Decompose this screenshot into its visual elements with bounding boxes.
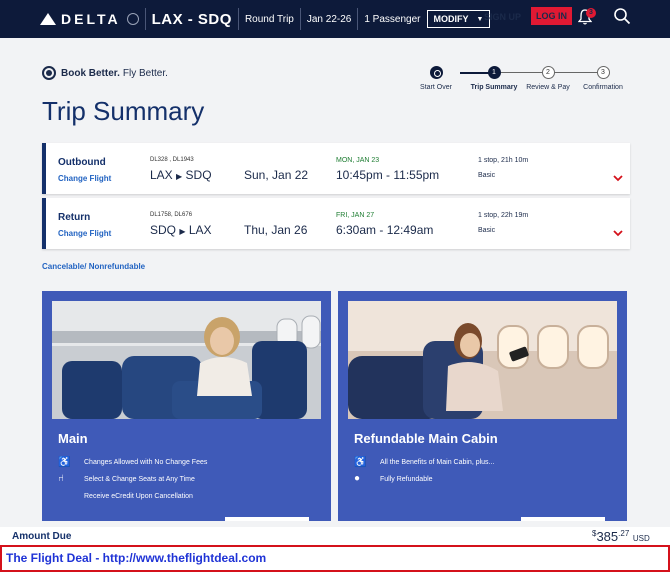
step-label: Confirmation: [583, 84, 623, 91]
amount-due-value: $385.27 USD: [592, 529, 650, 544]
seat-change-icon: ⑁: [58, 473, 64, 484]
fare-option-main[interactable]: Main ♿ Changes Allowed with No Change Fe…: [42, 291, 331, 521]
stops-duration: 1 stop, 21h 10m: [478, 157, 529, 164]
passenger-count: 1 Passenger: [364, 13, 421, 25]
divider: [237, 8, 239, 30]
change-flight-link[interactable]: Change Flight: [58, 229, 111, 238]
chevron-down-icon[interactable]: [613, 173, 623, 183]
currency-unit: USD: [632, 534, 650, 543]
arrival-date: FRI, JAN 27: [336, 212, 375, 219]
person-icon: ●: [354, 473, 361, 484]
caret-down-icon: ▼: [476, 15, 484, 23]
modify-button[interactable]: MODIFY ▼: [426, 10, 491, 28]
notification-badge: 3: [586, 8, 596, 18]
fare-name: Refundable Main Cabin: [354, 431, 498, 446]
step-confirmation: 3 Confirmation: [573, 66, 633, 91]
arrival-date: MON, JAN 23: [336, 157, 380, 164]
fare-feature: All the Benefits of Main Cabin, plus...: [380, 459, 495, 466]
fare-feature: Select & Change Seats at Any Time: [84, 476, 195, 483]
select-fare-button[interactable]: [521, 517, 605, 521]
brand-tagline: Book Better. Fly Better.: [42, 66, 168, 80]
step-label: Start Over: [420, 84, 452, 91]
destination-code: LAX: [188, 223, 212, 237]
amount-dollars: 385: [596, 529, 619, 544]
flight-route: SDQ ▶ LAX: [150, 223, 212, 237]
trip-dates: Jan 22-26: [306, 13, 352, 25]
flight-direction: Return: [58, 212, 91, 223]
tagline-bold: Book Better.: [61, 67, 120, 79]
tagline-rest: Fly Better.: [122, 67, 168, 79]
divider: [299, 8, 301, 30]
flight-route: LAX ▶ SDQ: [150, 168, 212, 182]
step-review-pay: 2 Review & Pay: [518, 66, 578, 91]
fare-class: Basic: [478, 227, 496, 234]
destination-code: SDQ: [185, 168, 212, 182]
flight-times: 10:45pm - 11:55pm: [336, 168, 440, 182]
arrow-right-icon: ▶: [179, 227, 186, 236]
origin-code: SDQ: [150, 223, 177, 237]
flight-numbers: DL328 , DL1943: [150, 157, 194, 163]
page-title: Trip Summary: [42, 96, 205, 126]
origin-code: LAX: [150, 168, 173, 182]
step-label: Review & Pay: [526, 84, 570, 91]
amount-due-label: Amount Due: [12, 531, 72, 542]
modify-label: MODIFY: [433, 14, 469, 24]
arrow-right-icon: ▶: [176, 172, 183, 181]
seat-icon: ♿: [58, 457, 71, 468]
cabin-photo: [348, 301, 617, 419]
flight-direction: Outbound: [58, 157, 106, 168]
divider: [357, 8, 359, 30]
amount-cents: .27: [618, 529, 630, 538]
departure-date: Sun, Jan 22: [244, 168, 309, 182]
watermark-banner: The Flight Deal - http://www.theflightde…: [0, 545, 670, 572]
fare-feature: Receive eCredit Upon Cancellation: [84, 493, 193, 500]
chevron-down-icon[interactable]: [613, 228, 623, 238]
select-fare-button[interactable]: [225, 517, 309, 521]
step-number: 2: [541, 66, 555, 79]
cabin-photo: [52, 301, 321, 419]
amount-due-bar: [0, 527, 670, 545]
step-number: 1: [487, 66, 501, 79]
stops-duration: 1 stop, 22h 19m: [478, 212, 529, 219]
fare-name: Main: [58, 431, 88, 446]
fare-option-refundable[interactable]: Refundable Main Cabin ♿ All the Benefits…: [338, 291, 627, 521]
delta-seal-icon: [42, 66, 56, 80]
booking-stepper: Start Over 1 Trip Summary 2 Review & Pay…: [418, 66, 628, 96]
step-start-over[interactable]: Start Over: [406, 66, 466, 91]
departure-date: Thu, Jan 26: [244, 223, 308, 237]
step-label: Trip Summary: [470, 84, 518, 91]
divider: [144, 8, 146, 30]
search-icon[interactable]: [613, 7, 631, 25]
log-in-button[interactable]: LOG IN: [531, 7, 572, 25]
fare-policy-link[interactable]: Cancelable/ Nonrefundable: [42, 262, 145, 271]
outbound-flight-card: Outbound Change Flight DL328 , DL1943 LA…: [42, 143, 630, 194]
step-trip-summary: 1 Trip Summary: [464, 66, 524, 91]
delta-widget-icon: [40, 13, 56, 25]
fare-class: Basic: [478, 172, 496, 179]
sign-up-link[interactable]: SIGN UP: [484, 12, 521, 22]
fare-feature: Changes Allowed with No Change Fees: [84, 459, 208, 466]
trip-type: Round Trip: [244, 13, 294, 25]
skyteam-seal-icon: [126, 13, 139, 25]
brand-name: DELTA: [61, 11, 121, 27]
return-flight-card: Return Change Flight DL1758, DL676 SDQ ▶…: [42, 198, 630, 249]
fare-feature: Fully Refundable: [380, 476, 433, 483]
delta-logo[interactable]: DELTA: [40, 11, 139, 27]
flight-numbers: DL1758, DL676: [150, 212, 193, 218]
change-flight-link[interactable]: Change Flight: [58, 174, 111, 183]
seat-icon: ♿: [354, 457, 367, 468]
trip-route: LAX - SDQ: [151, 10, 232, 28]
restart-icon: [429, 66, 443, 79]
step-number: 3: [596, 66, 610, 79]
flight-times: 6:30am - 12:49am: [336, 223, 434, 237]
